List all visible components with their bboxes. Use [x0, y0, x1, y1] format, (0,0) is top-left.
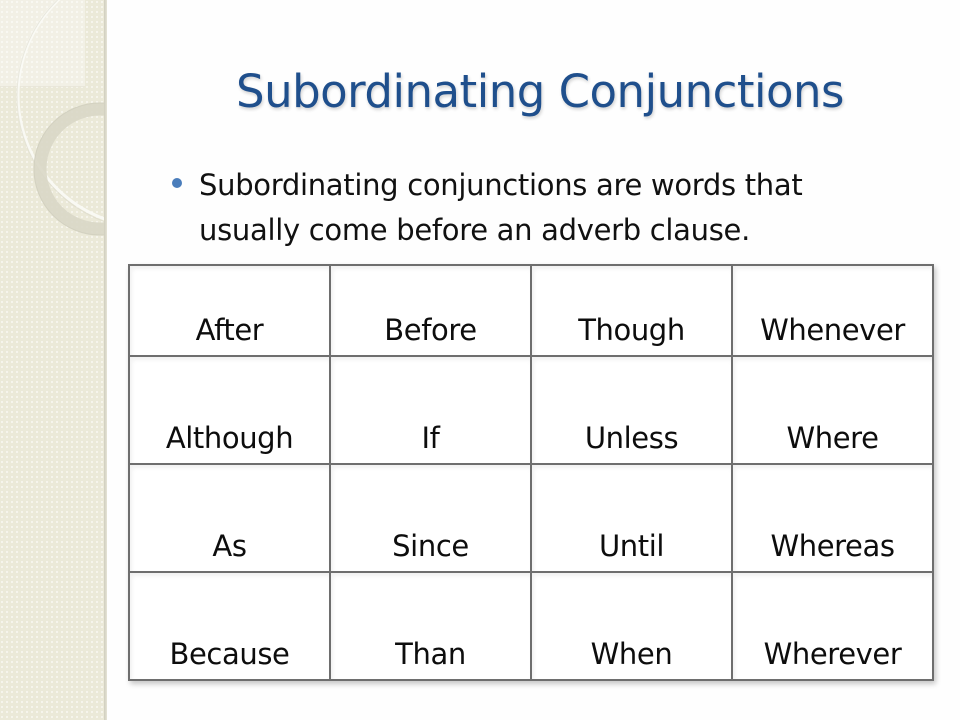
table-cell: Before — [329, 264, 532, 357]
table-cell: Where — [731, 355, 934, 465]
table-cell: As — [128, 463, 331, 573]
table-row: Although If Unless Where — [128, 355, 934, 465]
conjunctions-table: After Before Though Whenever Although If… — [128, 264, 934, 681]
table-cell: Though — [530, 264, 733, 357]
side-panel-edge — [104, 0, 107, 720]
table-row: After Before Though Whenever — [128, 264, 934, 357]
slide: Subordinating Conjunctions Subordinating… — [0, 0, 960, 720]
table-cell: Since — [329, 463, 532, 573]
table-cell: If — [329, 355, 532, 465]
bullet-text: Subordinating conjunctions are words tha… — [199, 168, 803, 247]
slide-title: Subordinating Conjunctions — [236, 65, 845, 118]
decorative-circles-icon — [16, 0, 104, 236]
table-row: As Since Until Whereas — [128, 463, 934, 573]
table-cell: Than — [329, 571, 532, 681]
table-cell: Whenever — [731, 264, 934, 357]
table-cell: Because — [128, 571, 331, 681]
table-cell: Wherever — [731, 571, 934, 681]
bullet-dot-icon — [172, 178, 182, 188]
table-cell: After — [128, 264, 331, 357]
table-cell: Whereas — [731, 463, 934, 573]
table-cell: Until — [530, 463, 733, 573]
table-row: Because Than When Wherever — [128, 571, 934, 681]
table-cell: Unless — [530, 355, 733, 465]
table-cell: When — [530, 571, 733, 681]
table-cell: Although — [128, 355, 331, 465]
decorative-side-panel — [0, 0, 104, 720]
